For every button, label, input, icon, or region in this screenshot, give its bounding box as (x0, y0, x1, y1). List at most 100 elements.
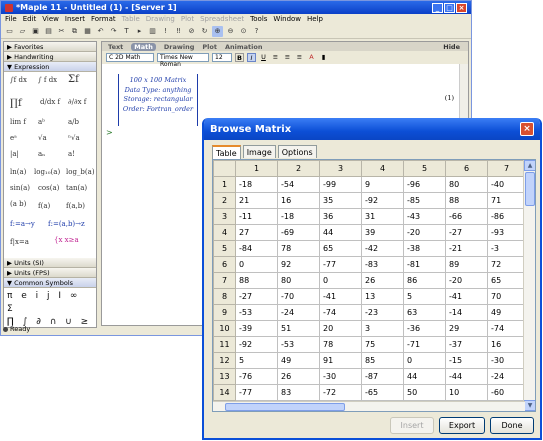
matrix-cell[interactable]: 80 (445, 176, 488, 193)
matrix-cell[interactable]: 29 (445, 320, 488, 337)
menu-plot[interactable]: Plot (181, 15, 194, 24)
row-header[interactable]: 7 (213, 272, 236, 289)
matrix-cell[interactable]: -23 (361, 304, 404, 321)
matrix-cell[interactable]: -11 (235, 208, 278, 225)
matrix-summary-output[interactable]: 100 x 100 Matrix Data Type: anything Sto… (118, 74, 198, 126)
matrix-cell[interactable]: -18 (277, 208, 320, 225)
bold-icon[interactable]: B (235, 53, 244, 62)
matrix-cell[interactable]: -71 (403, 336, 446, 353)
menu-format[interactable]: Format (91, 15, 116, 24)
matrix-cell[interactable]: 20 (319, 320, 362, 337)
scroll-down-icon[interactable]: ▼ (524, 400, 535, 411)
stop-icon[interactable]: ⊘ (186, 26, 197, 37)
matrix-cell[interactable]: -30 (487, 352, 526, 369)
ln-template-icon[interactable]: ln(a) (10, 168, 26, 176)
zoom-in-icon[interactable]: ⊕ (212, 26, 223, 37)
tan-template-icon[interactable]: tan(a) (66, 184, 87, 192)
matrix-cell[interactable]: 31 (361, 208, 404, 225)
matrix-cell[interactable]: -20 (403, 224, 446, 241)
row-header[interactable]: 10 (213, 320, 236, 337)
matrix-cell[interactable]: 13 (361, 288, 404, 305)
matrix-cell[interactable]: 0 (403, 352, 446, 369)
matrix-cell[interactable]: 70 (487, 288, 526, 305)
tab-math[interactable]: Math (131, 42, 156, 51)
function-call-template-icon[interactable]: f(a) (38, 202, 50, 210)
matrix-cell[interactable]: 44 (319, 224, 362, 241)
column-header[interactable]: 3 (319, 160, 362, 177)
matrix-cell[interactable]: -43 (403, 208, 446, 225)
matrix-cell[interactable]: -24 (487, 368, 526, 385)
column-header[interactable]: 7 (487, 160, 526, 177)
matrix-cell[interactable]: -21 (445, 240, 488, 257)
palette-favorites[interactable]: ▶ Favorites (4, 42, 96, 52)
matrix-cell[interactable]: 44 (403, 368, 446, 385)
menu-window[interactable]: Window (273, 15, 301, 24)
matrix-cell[interactable]: 5 (403, 288, 446, 305)
fraction-template-icon[interactable]: a/b (68, 118, 79, 126)
menu-insert[interactable]: Insert (65, 15, 85, 24)
integral-template-icon[interactable]: ∫f dx (10, 76, 27, 84)
column-header[interactable]: 1 (235, 160, 278, 177)
maximize-icon[interactable]: □ (444, 2, 455, 13)
row-header[interactable]: 3 (213, 208, 236, 225)
matrix-cell[interactable]: 72 (487, 256, 526, 273)
matrix-cell[interactable]: -65 (361, 384, 404, 401)
matrix-cell[interactable]: 51 (277, 320, 320, 337)
palette-units-si[interactable]: ▶ Units (SI) (4, 258, 96, 268)
matrix-cell[interactable]: -92 (235, 336, 278, 353)
column-header[interactable]: 4 (361, 160, 404, 177)
row-header[interactable]: 6 (213, 256, 236, 273)
logb-template-icon[interactable]: log_b(a) (66, 168, 95, 176)
scroll-up-icon[interactable]: ▲ (524, 160, 535, 171)
row-header[interactable]: 13 (213, 368, 236, 385)
menu-tools[interactable]: Tools (250, 15, 267, 24)
close-icon[interactable]: × (456, 2, 467, 13)
execute-all-icon[interactable]: ‼ (173, 26, 184, 37)
highlight-icon[interactable]: ▮ (319, 53, 328, 62)
copy-icon[interactable]: ⧉ (69, 26, 80, 37)
menu-drawing[interactable]: Drawing (146, 15, 175, 24)
matrix-cell[interactable]: 75 (361, 336, 404, 353)
tab-text[interactable]: Text (108, 43, 123, 51)
align-center-icon[interactable]: ≡ (283, 53, 292, 62)
tab-options[interactable]: Options (277, 145, 317, 158)
column-header[interactable]: 2 (277, 160, 320, 177)
nthroot-template-icon[interactable]: ⁿ√a (68, 134, 80, 142)
binomial-template-icon[interactable]: (a b) (10, 200, 26, 208)
palette-expression[interactable]: ▼ Expression (4, 62, 96, 72)
column-header[interactable]: 6 (445, 160, 488, 177)
matrix-cell[interactable]: -37 (445, 336, 488, 353)
matrix-cell[interactable]: -36 (403, 320, 446, 337)
matrix-cell[interactable]: -53 (235, 304, 278, 321)
matrix-cell[interactable]: -42 (361, 240, 404, 257)
piecewise-template-icon[interactable]: {x x≥a (54, 236, 79, 244)
open-icon[interactable]: ▱ (17, 26, 28, 37)
vertical-scroll-thumb[interactable] (525, 172, 535, 206)
menu-view[interactable]: View (42, 15, 59, 24)
row-header[interactable]: 14 (213, 384, 236, 401)
matrix-cell[interactable]: -93 (487, 224, 526, 241)
row-header[interactable]: 12 (213, 352, 236, 369)
sum-template-icon[interactable]: Σf (68, 74, 79, 85)
matrix-cell[interactable]: 35 (319, 192, 362, 209)
hide-toolbar-button[interactable]: Hide (443, 43, 460, 51)
redo-icon[interactable]: ↷ (108, 26, 119, 37)
matrix-cell[interactable]: 16 (487, 336, 526, 353)
italic-icon[interactable]: I (247, 53, 256, 62)
palette-handwriting[interactable]: ▶ Handwriting (4, 52, 96, 62)
align-left-icon[interactable]: ≡ (271, 53, 280, 62)
product-template-icon[interactable]: ∏f (10, 98, 22, 109)
row-header[interactable]: 5 (213, 240, 236, 257)
matrix-cell[interactable]: -18 (235, 176, 278, 193)
matrix-cell[interactable]: 27 (235, 224, 278, 241)
horizontal-scrollbar[interactable] (213, 401, 525, 411)
matrix-cell[interactable]: 85 (361, 352, 404, 369)
log10-template-icon[interactable]: log₁₀(a) (34, 168, 60, 176)
abs-template-icon[interactable]: |a| (10, 150, 19, 158)
input-prompt[interactable]: > (106, 128, 113, 137)
matrix-cell[interactable]: -44 (445, 368, 488, 385)
matrix-cell[interactable]: 9 (361, 176, 404, 193)
menu-help[interactable]: Help (307, 15, 323, 24)
tab-drawing[interactable]: Drawing (164, 43, 195, 51)
matrix-cell[interactable]: -27 (235, 288, 278, 305)
